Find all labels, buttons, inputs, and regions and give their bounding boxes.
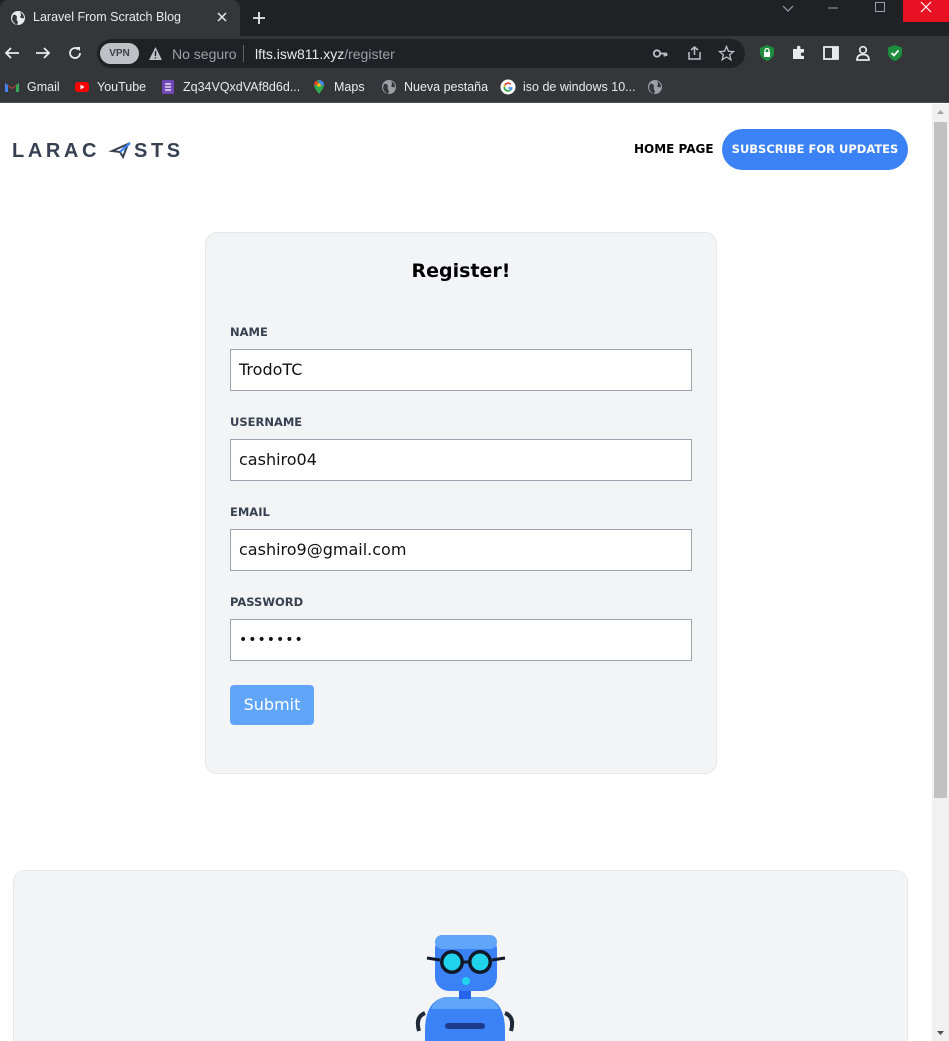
robot-mascot-illustration — [415, 935, 515, 1041]
email-label: EMAIL — [230, 505, 270, 519]
scroll-up-arrow-icon[interactable] — [932, 104, 949, 121]
browser-toolbar: VPN No seguro lfts.isw811.xyz/register — [0, 36, 949, 71]
vpn-badge[interactable]: VPN — [100, 43, 139, 64]
share-icon[interactable] — [686, 45, 703, 62]
side-panel-icon[interactable] — [822, 44, 840, 62]
newsletter-section — [13, 870, 908, 1041]
forward-arrow-icon[interactable] — [34, 44, 52, 62]
profile-icon[interactable] — [854, 44, 872, 62]
bookmark-iso-windows[interactable]: iso de windows 10... — [500, 78, 636, 96]
url-text[interactable]: lfts.isw811.xyz/register — [255, 46, 395, 62]
back-arrow-icon[interactable] — [3, 44, 21, 62]
globe-icon — [382, 80, 396, 94]
url-path: /register — [344, 46, 395, 62]
name-field[interactable]: TrodoTC — [230, 349, 692, 391]
password-label: PASSWORD — [230, 595, 304, 609]
svg-text:STS: STS — [134, 140, 182, 162]
warning-icon[interactable] — [148, 46, 163, 61]
svg-text:LARAC: LARAC — [12, 140, 100, 162]
key-icon[interactable] — [652, 45, 669, 62]
bookmark-label: Gmail — [27, 80, 60, 94]
tab-search-chevron-icon[interactable] — [765, 0, 811, 22]
close-tab-icon[interactable] — [214, 9, 230, 25]
scrollbar-thumb[interactable] — [934, 122, 947, 798]
shield-check-icon[interactable] — [886, 44, 904, 62]
new-tab-icon[interactable] — [250, 9, 268, 27]
username-field[interactable]: cashiro04 — [230, 439, 692, 481]
youtube-icon — [75, 82, 89, 92]
browser-tab[interactable]: Laravel From Scratch Blog — [0, 0, 240, 36]
globe-icon — [648, 80, 662, 94]
password-field[interactable]: ••••••• — [230, 619, 692, 661]
bookmark-globe[interactable] — [647, 78, 670, 96]
nav-home-page-link[interactable]: HOME PAGE — [634, 142, 714, 156]
bookmark-maps[interactable]: Maps — [311, 78, 365, 96]
star-icon[interactable] — [718, 45, 735, 62]
bookmark-label: iso de windows 10... — [523, 80, 636, 94]
email-field[interactable]: cashiro9@gmail.com — [230, 529, 692, 571]
bookmark-youtube[interactable]: YouTube — [74, 78, 146, 96]
page-title: Register! — [411, 260, 511, 282]
tab-title: Laravel From Scratch Blog — [33, 10, 181, 24]
reload-icon[interactable] — [66, 44, 84, 62]
gmail-icon — [5, 83, 19, 92]
maximize-icon[interactable] — [857, 0, 903, 22]
globe-icon — [11, 11, 25, 25]
bookmark-label: YouTube — [97, 80, 147, 94]
divider — [243, 45, 244, 62]
forms-icon — [162, 80, 174, 94]
bookmark-label: Zq34VQxdVAf8d6d... — [183, 80, 301, 94]
bookmark-label: Maps — [334, 80, 365, 94]
register-card: Register! NAME TrodoTC USERNAME cashiro0… — [205, 232, 717, 774]
url-host: lfts.isw811.xyz — [255, 46, 345, 62]
window-close-icon[interactable] — [903, 0, 949, 22]
vpn-extension-icon[interactable] — [758, 44, 776, 62]
page-viewport: LARAC STS HOME PAGE SUBSCRIBE FOR UPDATE… — [0, 104, 932, 1041]
google-icon — [500, 79, 516, 95]
submit-button[interactable]: Submit — [230, 685, 314, 725]
laracasts-logo[interactable]: LARAC STS — [12, 138, 182, 162]
subscribe-button[interactable]: SUBSCRIBE FOR UPDATES — [722, 129, 908, 170]
address-bar[interactable]: VPN No seguro lfts.isw811.xyz/register — [97, 39, 745, 68]
username-label: USERNAME — [230, 415, 303, 429]
bookmark-label: Nueva pestaña — [404, 80, 489, 94]
bookmark-nueva-pestana[interactable]: Nueva pestaña — [381, 78, 488, 96]
page-scrollbar[interactable] — [932, 104, 949, 1041]
browser-titlebar: Laravel From Scratch Blog — [0, 0, 949, 36]
bookmark-forms[interactable]: Zq34VQxdVAf8d6d... — [160, 78, 300, 96]
maps-icon — [314, 80, 324, 94]
extensions-puzzle-icon[interactable] — [790, 44, 808, 62]
name-label: NAME — [230, 325, 268, 339]
security-status[interactable]: No seguro — [172, 46, 237, 62]
bookmarks-bar: Gmail YouTube Zq34VQxdVAf8d6d... Maps Nu… — [0, 71, 949, 103]
scroll-down-arrow-icon[interactable] — [932, 1024, 949, 1041]
bookmark-gmail[interactable]: Gmail — [4, 78, 60, 96]
minimize-icon[interactable] — [810, 0, 856, 22]
